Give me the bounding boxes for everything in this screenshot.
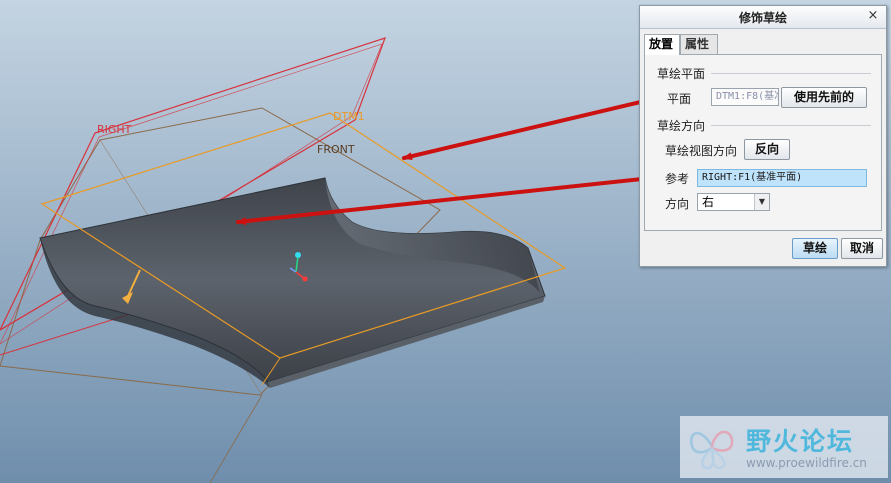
sketch-plane-field[interactable]: DTM1:F8(基准平面) [711, 88, 779, 106]
close-icon[interactable]: × [866, 8, 880, 24]
view-direction-label: 草绘视图方向 [665, 144, 738, 158]
group-divider [711, 73, 871, 74]
forum-watermark: 野火论坛 www.proewildfire.cn [680, 416, 888, 478]
butterfly-logo-icon [689, 430, 734, 470]
sketch-button[interactable]: 草绘 [792, 238, 838, 259]
group-divider [711, 125, 871, 126]
plane-label: 平面 [667, 92, 692, 106]
direction-selected-value: 右 [702, 195, 715, 209]
direction-select[interactable]: 右 ▼ [697, 193, 770, 211]
reference-field[interactable]: RIGHT:F1(基准平面) [697, 169, 867, 187]
reference-label: 参考 [665, 172, 690, 186]
dialog-title: 修饰草绘 [738, 11, 787, 25]
cancel-button[interactable]: 取消 [841, 238, 883, 259]
tab-properties[interactable]: 属性 [680, 34, 718, 54]
tab-placement[interactable]: 放置 [644, 34, 680, 55]
right-datum-label: RIGHT [97, 123, 132, 136]
cosmetic-sketch-dialog: 修饰草绘 × 放置 属性 草绘平面 平面 DTM1:F8(基准平面) 使用先前的… [639, 5, 887, 267]
flip-direction-button[interactable]: 反向 [744, 139, 790, 160]
watermark-name: 野火论坛 [746, 427, 855, 456]
placement-panel: 草绘平面 平面 DTM1:F8(基准平面) 使用先前的 草绘方向 草绘视图方向 … [644, 54, 882, 231]
orientation-group-label: 草绘方向 [657, 119, 706, 133]
dtm1-datum-label: DTM1 [333, 110, 365, 123]
front-datum-label: FRONT [317, 143, 355, 156]
direction-label: 方向 [665, 197, 690, 211]
chevron-down-icon[interactable]: ▼ [754, 194, 769, 210]
watermark-url: www.proewildfire.cn [746, 456, 867, 470]
use-previous-button[interactable]: 使用先前的 [781, 87, 867, 108]
sketch-plane-group-label: 草绘平面 [657, 67, 706, 81]
dialog-titlebar[interactable]: 修饰草绘 × [640, 6, 886, 29]
